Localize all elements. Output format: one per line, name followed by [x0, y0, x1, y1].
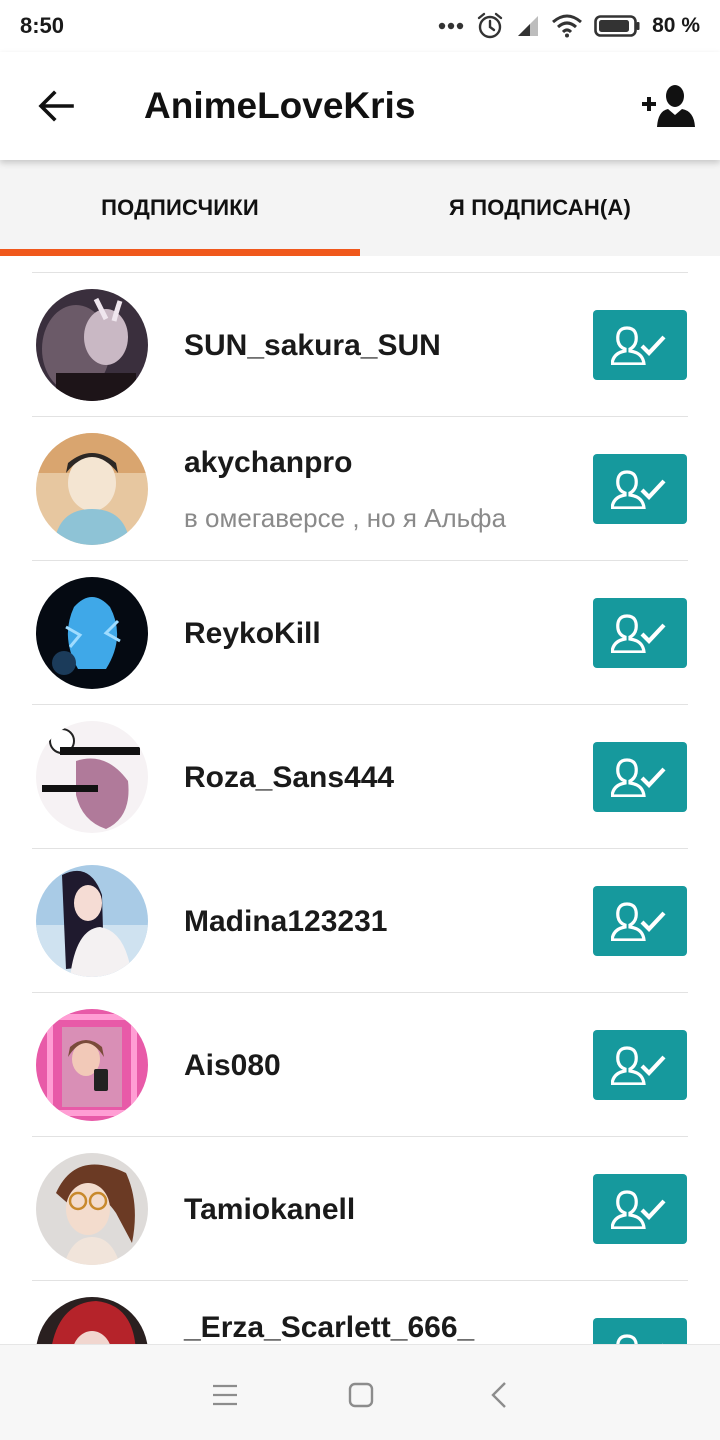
- list-item[interactable]: Ais080: [0, 993, 720, 1137]
- username[interactable]: Madina123231: [184, 905, 387, 939]
- user-check-icon: [611, 758, 666, 797]
- avatar[interactable]: [36, 577, 148, 689]
- recents-button[interactable]: [205, 1375, 245, 1415]
- following-button[interactable]: [593, 1318, 687, 1344]
- battery-percent: 80 %: [652, 14, 700, 37]
- username[interactable]: ReykoKill: [184, 617, 321, 651]
- user-check-icon: [616, 1334, 663, 1344]
- more-dots-icon: [438, 22, 464, 30]
- add-user-icon: [642, 85, 695, 127]
- signal-icon: [518, 16, 539, 36]
- list-item[interactable]: akychanpro в омегаверсе , но я Альфа: [0, 417, 720, 561]
- tab-followers[interactable]: ПОДПИСЧИКИ: [0, 160, 360, 256]
- avatar[interactable]: [36, 433, 148, 545]
- tab-bar: ПОДПИСЧИКИ Я ПОДПИСАН(А): [0, 160, 720, 256]
- battery-icon: [594, 15, 640, 37]
- following-button[interactable]: [593, 598, 687, 668]
- tab-following-label: Я ПОДПИСАН(А): [448, 195, 632, 220]
- status-bar: 8:50 80 %: [0, 0, 720, 52]
- following-button[interactable]: [593, 1174, 687, 1244]
- user-check-icon: [611, 326, 666, 365]
- list-item[interactable]: Madina123231: [0, 849, 720, 993]
- user-check-icon: [611, 470, 666, 509]
- username[interactable]: akychanpro: [184, 446, 352, 480]
- status-icons: 80 %: [438, 12, 700, 40]
- back-chevron-icon: [491, 1382, 506, 1408]
- list-item[interactable]: SUN_sakura_SUN: [0, 273, 720, 417]
- tab-followers-label: ПОДПИСЧИКИ: [101, 195, 259, 220]
- menu-icon: [213, 1384, 237, 1406]
- avatar[interactable]: [36, 865, 148, 977]
- alarm-icon: [477, 12, 503, 39]
- following-button[interactable]: [593, 310, 687, 380]
- username[interactable]: SUN_sakura_SUN: [184, 329, 441, 363]
- system-back-button[interactable]: [479, 1375, 519, 1415]
- following-button[interactable]: [593, 886, 687, 956]
- user-status: в омегаверсе , но я Альфа: [184, 503, 507, 533]
- tab-following[interactable]: Я ПОДПИСАН(А): [360, 160, 720, 256]
- avatar[interactable]: [36, 289, 148, 401]
- user-check-icon: [611, 1190, 666, 1229]
- user-check-icon: [611, 1046, 666, 1085]
- avatar[interactable]: [36, 1297, 148, 1344]
- username[interactable]: Tamiokanell: [184, 1193, 355, 1227]
- username[interactable]: _Erza_Scarlett_666_: [184, 1311, 474, 1344]
- list-item[interactable]: _Erza_Scarlett_666_: [0, 1281, 720, 1344]
- list-item[interactable]: Tamiokanell: [0, 1137, 720, 1281]
- arrow-left-icon: [38, 90, 74, 122]
- page-title: AnimeLoveKris: [144, 85, 416, 126]
- app-bar: AnimeLoveKris: [0, 52, 720, 160]
- wifi-icon: [552, 14, 583, 38]
- following-button[interactable]: [593, 742, 687, 812]
- user-check-icon: [611, 614, 666, 653]
- home-button[interactable]: [341, 1375, 381, 1415]
- username[interactable]: Roza_Sans444: [184, 761, 394, 795]
- following-button[interactable]: [593, 1030, 687, 1100]
- username[interactable]: Ais080: [184, 1049, 281, 1083]
- avatar[interactable]: [36, 1153, 148, 1265]
- following-button[interactable]: [593, 454, 687, 524]
- followers-list[interactable]: SUN_sakura_SUN akychanpro в омегаверсе ,…: [0, 256, 720, 1344]
- avatar[interactable]: [36, 721, 148, 833]
- back-button[interactable]: [30, 82, 82, 130]
- status-time: 8:50: [20, 13, 65, 38]
- add-user-button[interactable]: [636, 78, 700, 134]
- system-nav-bar: [0, 1344, 720, 1440]
- list-item[interactable]: ReykoKill: [0, 561, 720, 705]
- list-item[interactable]: Roza_Sans444: [0, 705, 720, 849]
- home-square-icon: [348, 1382, 374, 1408]
- user-check-icon: [611, 902, 666, 941]
- avatar[interactable]: [36, 1009, 148, 1121]
